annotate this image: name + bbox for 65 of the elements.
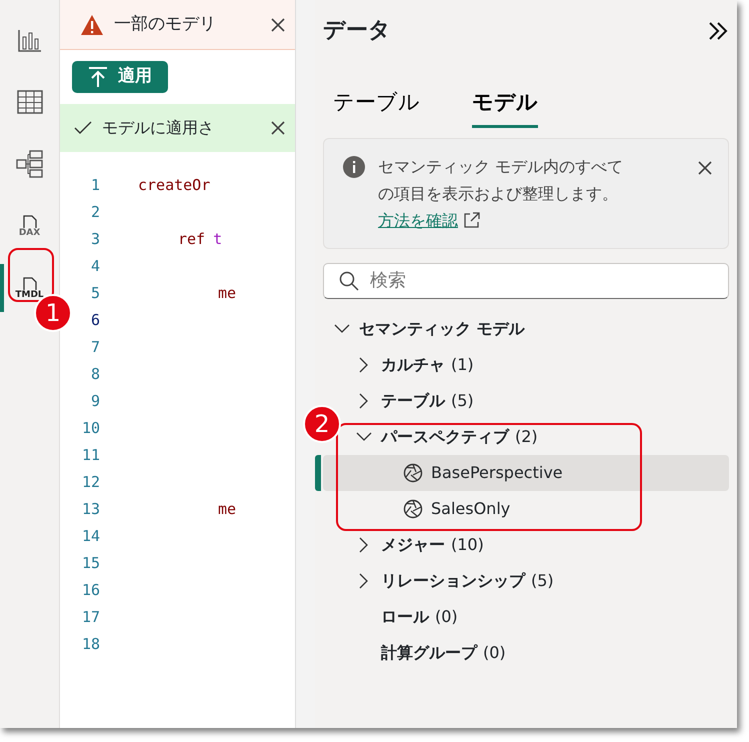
search-field[interactable]: 検索 bbox=[323, 262, 729, 298]
pane-title: データ bbox=[323, 17, 391, 45]
table-view-button[interactable] bbox=[16, 90, 42, 114]
code-token: t bbox=[213, 229, 222, 250]
code-token: ref bbox=[178, 229, 206, 250]
tree-item[interactable]: カルチャ (1) bbox=[381, 352, 474, 376]
code-token: me bbox=[218, 283, 236, 304]
chevron-right-icon[interactable] bbox=[359, 536, 369, 552]
search-icon bbox=[339, 270, 359, 290]
info-icon bbox=[342, 154, 366, 178]
info-text: セマンティック モデル内のすべての項目を表示および整理します。 方法を確認 bbox=[378, 156, 624, 232]
line-number: 8 bbox=[90, 364, 100, 386]
check-icon bbox=[74, 121, 92, 135]
learn-more-link[interactable]: 方法を確認 bbox=[378, 210, 458, 230]
model-view-button[interactable] bbox=[16, 150, 44, 178]
line-number: 17 bbox=[80, 607, 100, 628]
chevron-down-icon[interactable] bbox=[334, 324, 350, 334]
line-number: 9 bbox=[90, 391, 100, 412]
tab[interactable]: テーブル bbox=[333, 81, 420, 128]
line-number: 7 bbox=[90, 337, 100, 358]
line-number: 6 bbox=[90, 310, 100, 332]
line-number: 4 bbox=[90, 256, 100, 278]
tree-item[interactable]: ロール (0) bbox=[381, 604, 458, 628]
document-icon bbox=[22, 276, 38, 290]
document-icon bbox=[22, 214, 38, 228]
chevron-right-icon[interactable] bbox=[359, 572, 369, 588]
upload-icon bbox=[88, 66, 108, 88]
success-text: モデルに適用さ bbox=[102, 117, 215, 139]
external-link-icon bbox=[462, 210, 480, 228]
tab[interactable]: モデル bbox=[472, 81, 538, 128]
warning-text: 一部のモデリ bbox=[114, 12, 217, 36]
tree-item[interactable]: リレーションシップ (5) bbox=[381, 568, 554, 592]
line-number: 5 bbox=[90, 283, 100, 304]
line-number: 12 bbox=[80, 472, 100, 494]
close-icon[interactable] bbox=[269, 119, 287, 137]
tree-item[interactable]: メジャー (10) bbox=[381, 532, 484, 556]
tree-item[interactable]: テーブル (5) bbox=[381, 388, 474, 412]
line-number: 18 bbox=[80, 634, 100, 656]
chevron-right-icon[interactable] bbox=[359, 356, 369, 372]
line-number: 13 bbox=[80, 499, 100, 520]
chevron-down-icon[interactable] bbox=[356, 432, 372, 442]
line-number: 3 bbox=[90, 229, 100, 250]
close-icon[interactable] bbox=[269, 16, 287, 34]
warning-icon bbox=[80, 14, 104, 36]
dax-view-button[interactable]: DAX bbox=[18, 214, 40, 238]
collapse-icon[interactable] bbox=[707, 20, 729, 42]
report-view-button[interactable] bbox=[16, 27, 42, 53]
code-token: createOr bbox=[138, 175, 210, 196]
line-number: 2 bbox=[90, 202, 100, 224]
line-number: 11 bbox=[80, 445, 100, 466]
tree-item[interactable]: SalesOnly bbox=[323, 490, 729, 526]
aperture-icon bbox=[403, 462, 423, 482]
tree-item[interactable]: 計算グループ (0) bbox=[381, 640, 506, 664]
tree-item[interactable]: セマンティック モデル bbox=[359, 316, 525, 340]
code-token: me bbox=[218, 499, 236, 520]
tree-item[interactable]: パースペクティブ (2) bbox=[381, 424, 538, 448]
close-icon[interactable] bbox=[696, 158, 714, 176]
aperture-icon bbox=[403, 498, 423, 518]
line-number: 1 bbox=[90, 175, 100, 196]
line-number: 15 bbox=[80, 553, 100, 574]
line-number: 10 bbox=[80, 418, 100, 440]
apply-button[interactable]: 適用 bbox=[72, 61, 168, 93]
line-number: 16 bbox=[80, 580, 100, 602]
chevron-right-icon[interactable] bbox=[359, 392, 369, 408]
line-number: 14 bbox=[80, 526, 100, 548]
